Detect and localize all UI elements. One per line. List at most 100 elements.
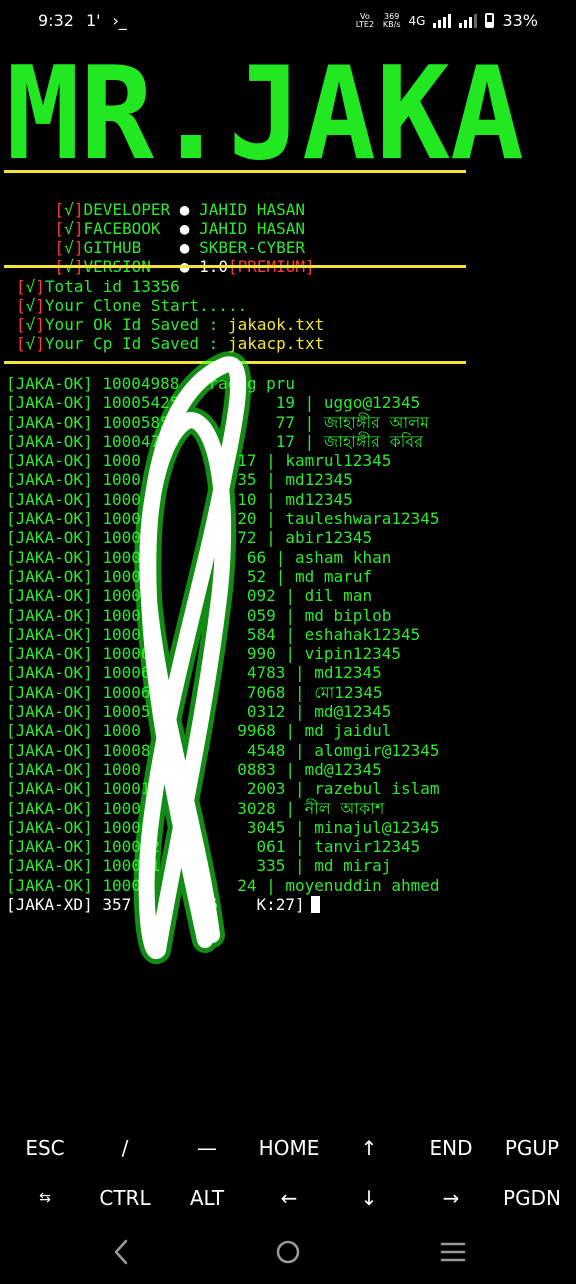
result-row: [JAKA-OK] 10006 7068 | মো12345 (6, 683, 440, 702)
ctrl-key[interactable]: CTRL (84, 1186, 166, 1210)
status-bar: 9:32 1' ›_ Vo LTE2 369 KB/s 4G 33% (0, 0, 576, 44)
pgup-key[interactable]: PGUP (491, 1136, 573, 1160)
result-row: [JAKA-OK] 100062 061 | tanvir12345 (6, 837, 440, 856)
separator: | (256, 489, 286, 509)
separator: | (285, 740, 315, 760)
result-tag: [JAKA-OK] (6, 624, 93, 644)
result-password: জাহাঙ্গীর কবির (323, 431, 424, 451)
tab-key[interactable]: ⇆ (4, 1190, 86, 1206)
result-tag: [JAKA-OK] (6, 837, 93, 857)
left-arrow-key[interactable]: ← (248, 1186, 330, 1210)
result-row: [JAKA-OK] 10008 4548 | alomgir@12345 (6, 741, 440, 760)
esc-key[interactable]: ESC (4, 1136, 86, 1160)
result-row: [JAKA-OK] 10004755 17 | জাহাঙ্গীর কবির (6, 432, 440, 451)
result-row: [JAKA-OK] 10008 52 | md maruf (6, 567, 440, 586)
slash-key[interactable]: / (84, 1136, 166, 1160)
separator: | (179, 374, 209, 393)
result-tag: [JAKA-OK] (6, 470, 93, 490)
right-arrow-key[interactable]: → (410, 1186, 492, 1210)
divider (4, 265, 466, 268)
down-arrow-key[interactable]: ↓ (328, 1186, 410, 1210)
separator: | (275, 798, 305, 818)
separator: | (285, 682, 315, 702)
up-arrow-key[interactable]: ↑ (328, 1136, 410, 1160)
back-icon[interactable] (114, 1239, 128, 1265)
result-id: 1000 10 (102, 489, 257, 509)
navigation-bar (0, 1224, 576, 1280)
result-id: 10005854 77 (102, 412, 295, 432)
result-tag: [JAKA-OK] (6, 528, 93, 548)
result-id: 10006 4783 (102, 663, 286, 683)
result-password: alomgir@12345 (314, 740, 440, 760)
result-tag: [JAKA-OK] (6, 875, 93, 895)
result-password: md12345 (285, 489, 353, 509)
volte-icon: Vo LTE2 (355, 11, 375, 29)
result-tag: [JAKA-OK] (6, 451, 93, 471)
result-id: 1000 24 (102, 875, 257, 895)
result-id: 10007 584 (102, 624, 276, 644)
pgdn-key[interactable]: PGDN (491, 1186, 573, 1210)
result-id: 10007 092 (102, 586, 276, 606)
result-id: 10004988 (102, 374, 180, 393)
home-icon[interactable] (276, 1240, 300, 1264)
status-line: [√]Total id 13356 (16, 277, 180, 296)
separator: | (295, 412, 324, 432)
separator: | (256, 451, 286, 471)
status-line: [√]Your Cp Id Saved : jakacp.txt (16, 334, 325, 353)
terminal-output[interactable]: [JAKA-OK] 10004988 | raong pru [JAKA-OK] … (6, 374, 440, 914)
divider (4, 361, 466, 364)
signal-icon (433, 13, 452, 28)
result-tag: [JAKA-OK] (6, 779, 93, 799)
battery-percent: 33% (502, 11, 538, 30)
separator: | (285, 702, 315, 722)
separator: | (266, 547, 296, 567)
result-tag: [JAKA-OK] (6, 702, 93, 722)
separator: | (295, 431, 324, 451)
end-key[interactable]: END (410, 1136, 492, 1160)
result-row: [JAKA-OK] 10006 4783 | md12345 (6, 663, 440, 682)
home-key[interactable]: HOME (248, 1136, 330, 1160)
result-row: [JAKA-OK] 1000 0883 | md@12345 (6, 760, 440, 779)
result-row: [JAKA-OK] 1000 10 | md12345 (6, 490, 440, 509)
separator: | (275, 624, 305, 644)
result-id: 1000 20 (102, 509, 257, 529)
result-tag: [JAKA-OK] (6, 489, 93, 509)
dash-key[interactable]: — (166, 1136, 248, 1160)
result-row: [JAKA-OK] 10007 092 | dil man (6, 586, 440, 605)
banner-title: MR.JAKA (6, 58, 524, 168)
separator: | (285, 817, 315, 837)
clock: 9:32 (38, 11, 74, 30)
result-id: 10001 2003 (102, 779, 286, 799)
result-id: 10005 0312 (102, 702, 286, 722)
result-password: uggo@12345 (323, 393, 421, 413)
result-id: 10008 3045 (102, 817, 286, 837)
result-tag: [JAKA-OK] (6, 509, 93, 529)
separator: | (256, 509, 286, 529)
result-password: moyenuddin ahmed (285, 875, 440, 895)
speed-unit: KB/s (382, 19, 401, 29)
separator: | (256, 470, 286, 490)
result-password: মো12345 (314, 682, 383, 702)
result-password: md biplob (304, 605, 392, 625)
result-tag: [JAKA-OK] (6, 817, 93, 837)
separator: | (275, 644, 305, 664)
result-row: [JAKA-OK] 10008 059 | md biplob (6, 606, 440, 625)
result-password: md@12345 (304, 759, 382, 779)
result-row: [JAKA-OK] 10004988 | raong pru (6, 374, 440, 393)
status-line: [√]Your Clone Start..... (16, 296, 248, 315)
result-tag: [JAKA-OK] (6, 393, 93, 413)
result-row: [JAKA-OK] 10008 66 | asham khan (6, 548, 440, 567)
progress-text: [JAKA-XD] 357 56 K:27] (6, 895, 305, 915)
signal-2-icon (459, 13, 478, 28)
alt-key[interactable]: ALT (166, 1186, 248, 1210)
result-row: [JAKA-OK] 1000 24 | moyenuddin ahmed (6, 876, 440, 895)
result-tag: [JAKA-OK] (6, 856, 93, 876)
result-id: 1000 3028 (102, 798, 276, 818)
result-id: 10008 4548 (102, 740, 286, 760)
result-id: 1000 0883 (102, 759, 276, 779)
separator: | (285, 663, 315, 683)
terminal-notification-icon: ›_ (112, 11, 127, 30)
result-id: 10008 059 (102, 605, 276, 625)
battery-icon (485, 13, 495, 28)
recents-icon[interactable] (440, 1242, 466, 1262)
